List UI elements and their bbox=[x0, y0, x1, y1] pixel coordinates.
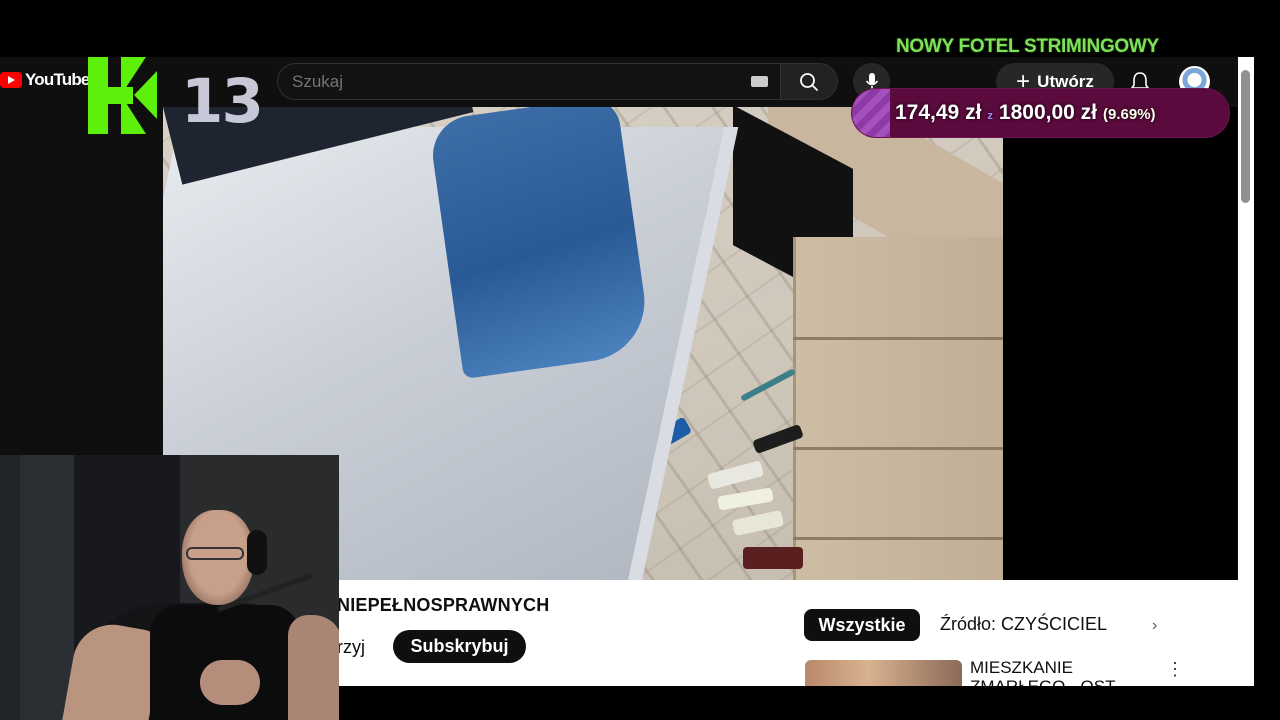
video-frame-cabinet-seam bbox=[793, 447, 1003, 450]
k13-number: 13 bbox=[181, 66, 264, 137]
donation-current: 174,49 zł bbox=[895, 101, 982, 124]
video-title: NIEPEŁNOSPRAWNYCH bbox=[337, 595, 550, 615]
webcam-person-glasses bbox=[186, 547, 244, 560]
donation-goal: 1800,00 zł bbox=[998, 101, 1097, 124]
stream-screen: YouTube + Utwórz bbox=[0, 0, 1280, 720]
webcam-person-hands bbox=[200, 660, 260, 705]
chip-source[interactable]: Źródło: CZYŚCICIEL bbox=[940, 614, 1107, 635]
donation-separator: z bbox=[987, 110, 993, 122]
donation-progress-bar: 174,49 zł z 1800,00 zł (9.69%) bbox=[852, 89, 1229, 137]
donation-text: 174,49 zł z 1800,00 zł (9.69%) bbox=[895, 101, 1156, 125]
more-vert-icon[interactable]: ⋮ bbox=[1166, 659, 1184, 680]
k-logo bbox=[88, 57, 157, 134]
video-letterbox bbox=[1003, 107, 1237, 580]
donation-goal-title: NOWY FOTEL STRIMINGOWY bbox=[896, 36, 1159, 57]
youtube-play-icon bbox=[0, 72, 22, 88]
subscribe-button[interactable]: Subskrybuj bbox=[393, 630, 526, 663]
webcam-door bbox=[20, 455, 74, 720]
video-frame-blanket bbox=[427, 107, 653, 379]
youtube-logo[interactable]: YouTube bbox=[0, 70, 90, 90]
keyboard-icon[interactable] bbox=[751, 63, 781, 100]
video-frame-cabinet-seam bbox=[793, 537, 1003, 540]
join-button[interactable]: rzyj bbox=[337, 637, 365, 658]
headset-icon bbox=[247, 530, 267, 575]
video-frame-bottle bbox=[743, 547, 803, 569]
search-input[interactable] bbox=[292, 71, 732, 93]
webcam-person-arm bbox=[288, 615, 339, 720]
recommendation-thumbnail[interactable] bbox=[805, 660, 962, 686]
video-frame-cabinet-seam bbox=[793, 337, 1003, 340]
keyboard-icon-shape bbox=[751, 76, 768, 87]
webcam-feed bbox=[0, 455, 339, 720]
search-icon bbox=[800, 72, 819, 91]
donation-percent: (9.69%) bbox=[1103, 106, 1156, 123]
search-box[interactable] bbox=[277, 63, 751, 100]
chevron-right-icon[interactable]: › bbox=[1152, 617, 1157, 635]
k-logo-shape bbox=[88, 57, 157, 134]
donation-progress-fill bbox=[852, 89, 890, 137]
youtube-logo-text: YouTube bbox=[25, 70, 90, 89]
scrollbar-thumb[interactable] bbox=[1241, 70, 1250, 203]
search-button[interactable] bbox=[780, 63, 838, 100]
recommendation-title[interactable]: MIESZKANIE ZMARŁEGO - OST bbox=[970, 658, 1145, 686]
chip-all[interactable]: Wszystkie bbox=[804, 609, 920, 641]
video-frame-cabinet bbox=[793, 237, 1003, 580]
